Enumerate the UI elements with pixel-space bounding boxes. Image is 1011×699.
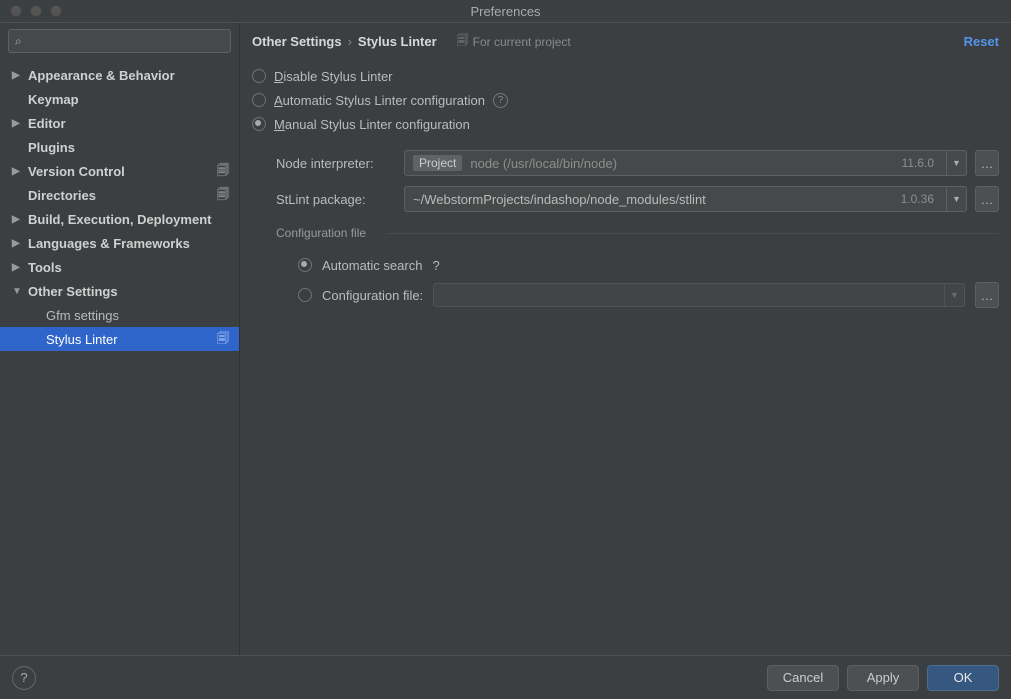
project-scope-icon: 🗐	[217, 185, 229, 206]
chevron-down-icon: ▼	[946, 151, 966, 175]
stlint-version: 1.0.36	[901, 192, 934, 206]
stlint-package-value: ~/WebstormProjects/indashop/node_modules…	[413, 192, 893, 207]
close-window-icon[interactable]	[10, 5, 22, 17]
chevron-right-icon: ▶	[12, 214, 24, 225]
chevron-down-icon: ▼	[944, 284, 964, 306]
ok-button[interactable]: OK	[927, 665, 999, 691]
node-interpreter-label: Node interpreter:	[276, 156, 396, 171]
radio-icon	[252, 117, 266, 131]
stlint-package-combo[interactable]: ~/WebstormProjects/indashop/node_modules…	[404, 186, 967, 212]
search-icon: ⌕	[15, 34, 22, 49]
radio-icon	[298, 288, 312, 302]
content-pane: Other Settings › Stylus Linter 🗐 For cur…	[240, 23, 1011, 655]
sidebar-item-gfm-settings[interactable]: Gfm settings	[0, 303, 239, 327]
chevron-down-icon: ▼	[946, 187, 966, 211]
search-input[interactable]: ⌕	[8, 29, 231, 53]
node-interpreter-value: node (/usr/local/bin/node)	[470, 156, 893, 171]
chevron-right-icon: ▶	[12, 238, 24, 249]
sidebar-item-version-control[interactable]: ▶ Version Control 🗐	[0, 159, 239, 183]
help-button[interactable]: ?	[12, 666, 36, 690]
config-file-input[interactable]: ▼	[433, 283, 965, 307]
breadcrumb-separator: ›	[348, 34, 352, 49]
sidebar-item-plugins[interactable]: Plugins	[0, 135, 239, 159]
sidebar-item-editor[interactable]: ▶ Editor	[0, 111, 239, 135]
config-file-browse-button[interactable]: …	[975, 282, 999, 308]
stlint-browse-button[interactable]: …	[975, 186, 999, 212]
chevron-down-icon: ▼	[12, 286, 24, 297]
sidebar-item-build-execution[interactable]: ▶ Build, Execution, Deployment	[0, 207, 239, 231]
sidebar-item-appearance-behavior[interactable]: ▶ Appearance & Behavior	[0, 63, 239, 87]
radio-label: Configuration file:	[322, 288, 423, 303]
apply-button[interactable]: Apply	[847, 665, 919, 691]
chevron-right-icon: ▶	[12, 118, 24, 129]
project-scope-icon: 🗐	[217, 161, 229, 182]
reset-link[interactable]: Reset	[964, 34, 999, 49]
radio-label: Automatic search	[322, 258, 422, 273]
radio-icon	[252, 93, 266, 107]
project-scope-icon: 🗐	[217, 329, 229, 350]
radio-config-file[interactable]: Configuration file: ▼ …	[298, 280, 999, 310]
radio-disable[interactable]: Disable Stylus Linter	[252, 64, 999, 88]
traffic-lights	[0, 5, 62, 17]
sidebar-item-other-settings[interactable]: ▼ Other Settings	[0, 279, 239, 303]
node-interpreter-combo[interactable]: Project node (/usr/local/bin/node) 11.6.…	[404, 150, 967, 176]
stlint-package-label: StLint package:	[276, 192, 396, 207]
project-scope-icon: 🗐	[457, 31, 469, 52]
radio-label: Disable Stylus Linter	[274, 69, 393, 84]
radio-manual[interactable]: Manual Stylus Linter configuration	[252, 112, 999, 136]
dialog-footer: ? Cancel Apply OK	[0, 655, 1011, 699]
sidebar-item-keymap[interactable]: Keymap	[0, 87, 239, 111]
minimize-window-icon[interactable]	[30, 5, 42, 17]
radio-icon	[252, 69, 266, 83]
breadcrumb-leaf: Stylus Linter	[358, 34, 437, 49]
radio-icon	[298, 258, 312, 272]
sidebar-item-languages-frameworks[interactable]: ▶ Languages & Frameworks	[0, 231, 239, 255]
settings-sidebar: ⌕ ▶ Appearance & Behavior Keymap ▶ Edito…	[0, 23, 240, 655]
radio-label: Manual Stylus Linter configuration	[274, 117, 470, 132]
project-scope-tag: 🗐 For current project	[457, 31, 571, 52]
settings-tree: ▶ Appearance & Behavior Keymap ▶ Editor …	[0, 59, 239, 655]
radio-automatic[interactable]: Automatic Stylus Linter configuration ?	[252, 88, 999, 112]
sidebar-item-stylus-linter[interactable]: Stylus Linter 🗐	[0, 327, 239, 351]
zoom-window-icon[interactable]	[50, 5, 62, 17]
radio-label: Automatic Stylus Linter configuration	[274, 93, 485, 108]
titlebar: Preferences	[0, 0, 1011, 23]
window-title: Preferences	[470, 4, 540, 19]
radio-auto-search[interactable]: Automatic search ?	[298, 250, 999, 280]
sidebar-item-directories[interactable]: Directories 🗐	[0, 183, 239, 207]
fieldset-title: Configuration file	[276, 226, 999, 240]
help-icon[interactable]: ?	[432, 258, 439, 273]
node-version: 11.6.0	[902, 156, 934, 170]
breadcrumb: Other Settings › Stylus Linter 🗐 For cur…	[240, 23, 1011, 60]
help-icon[interactable]: ?	[493, 93, 508, 108]
chevron-right-icon: ▶	[12, 70, 24, 81]
cancel-button[interactable]: Cancel	[767, 665, 839, 691]
chevron-right-icon: ▶	[12, 166, 24, 177]
node-browse-button[interactable]: …	[975, 150, 999, 176]
breadcrumb-root[interactable]: Other Settings	[252, 34, 342, 49]
sidebar-item-tools[interactable]: ▶ Tools	[0, 255, 239, 279]
configuration-file-group: Configuration file Automatic search ? Co…	[276, 226, 999, 310]
project-tag: Project	[413, 155, 462, 171]
chevron-right-icon: ▶	[12, 262, 24, 273]
